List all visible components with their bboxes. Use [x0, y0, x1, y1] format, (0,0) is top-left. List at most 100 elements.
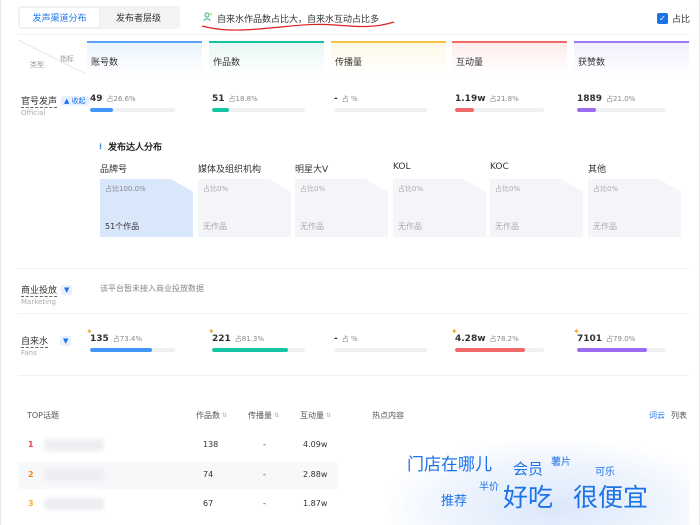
- column-header-spread: 传播量: [331, 41, 446, 74]
- cell-interaction: 1.87w: [303, 499, 328, 508]
- dist-card-other[interactable]: 占比0% 无作品: [588, 179, 681, 237]
- rank-number: 1: [28, 440, 34, 449]
- cloud-word[interactable]: 可乐: [595, 463, 615, 478]
- cell-interaction: 2.88w: [303, 470, 328, 479]
- blurred-topic: [44, 498, 104, 510]
- dist-label-koc: KOC: [490, 162, 509, 172]
- fans-metric-works: ✦ 221 占81.3%: [208, 327, 305, 352]
- cloud-word[interactable]: 很便宜: [573, 478, 648, 514]
- tab-publisher-level[interactable]: 发布者层级: [99, 8, 178, 27]
- dist-label-star: 明星大V: [295, 165, 329, 175]
- business-sublabel: Marketing: [21, 298, 56, 306]
- fans-label: 自来水: [21, 334, 49, 348]
- ratio-label: 占比: [672, 15, 691, 25]
- tab-list[interactable]: 列表: [671, 410, 687, 421]
- hot-content-title: 热点内容: [372, 411, 404, 420]
- divider: [18, 313, 689, 314]
- tab-word-cloud[interactable]: 词云: [649, 410, 665, 421]
- fans-metric-likes: ✦ 7101 占79.0%: [573, 327, 666, 352]
- sort-interaction[interactable]: 互动量 ⇅: [300, 410, 331, 421]
- dist-label-brand: 品牌号: [100, 165, 128, 175]
- vertical-dots-icon: ⁞: [99, 142, 103, 151]
- progress-fill: [212, 348, 288, 352]
- sparkle-icon: ✦: [573, 327, 580, 336]
- cloud-word[interactable]: 好吃: [503, 478, 553, 514]
- table-row[interactable]: 1 138 - 4.09w: [18, 432, 338, 459]
- dist-label-other: 其他: [588, 165, 607, 175]
- blurred-topic: [44, 439, 104, 451]
- table-row[interactable]: 3 67 - 1.87w: [18, 491, 338, 518]
- official-label: 官号发声: [21, 94, 58, 108]
- cloud-word[interactable]: 会员: [513, 458, 543, 479]
- dist-card-kol[interactable]: 占比0% 无作品: [393, 179, 486, 237]
- sort-icon: ⇅: [274, 412, 280, 419]
- dist-card-brand[interactable]: 占比100.0% 51个作品: [100, 179, 193, 237]
- view-tabs: 词云 列表: [649, 410, 687, 421]
- row-business: 商业投放 ▼ Marketing: [21, 283, 73, 306]
- divider: [18, 375, 689, 376]
- red-annotation-scribble: [201, 21, 395, 31]
- cell-interaction: 4.09w: [303, 440, 328, 449]
- progress-fill: [577, 348, 648, 352]
- table-row[interactable]: 2 74 - 2.88w: [18, 462, 338, 489]
- progress-fill: [90, 108, 113, 112]
- sort-spread[interactable]: 传播量 ⇅: [248, 410, 279, 421]
- sparkle-icon: ✦: [86, 327, 93, 336]
- progress-fill: [90, 348, 153, 352]
- cloud-word[interactable]: 门店在哪儿: [407, 450, 492, 475]
- row-official: 官号发声 ▲ 收起 Official: [21, 94, 89, 117]
- dist-label-kol: KOL: [393, 162, 411, 172]
- business-label: 商业投放: [21, 283, 58, 297]
- official-metric-works: 51 占18.8%: [212, 94, 305, 112]
- dist-card-star[interactable]: 占比0% 无作品: [295, 179, 388, 237]
- cell-works: 138: [203, 440, 219, 449]
- official-sublabel: Official: [21, 109, 46, 117]
- column-header-works: 作品数: [209, 41, 324, 74]
- cloud-word[interactable]: 半价: [479, 478, 499, 493]
- divider: [18, 34, 689, 35]
- channel-tabs: 发声渠道分布 发布者层级: [18, 6, 180, 29]
- cell-spread: -: [263, 440, 266, 449]
- business-dropdown[interactable]: ▼: [61, 285, 73, 295]
- sort-icon: ⇅: [222, 412, 228, 419]
- progress-fill: [455, 348, 525, 352]
- dist-card-media[interactable]: 占比0% 无作品: [198, 179, 291, 237]
- progress-fill: [455, 108, 475, 112]
- diag-type-label: 类型: [30, 61, 44, 69]
- fans-metric-spread: -占 %: [334, 334, 427, 352]
- column-header-interaction: 互动量: [452, 41, 567, 74]
- collapse-button[interactable]: ▲ 收起: [61, 96, 89, 106]
- cloud-word[interactable]: 薯片: [551, 453, 571, 468]
- sort-icon: ⇅: [326, 412, 332, 419]
- sparkle-icon: ✦: [208, 327, 215, 336]
- dist-card-koc[interactable]: 占比0% 无作品: [490, 179, 583, 237]
- sparkle-icon: ✦: [451, 327, 458, 336]
- ratio-checkbox[interactable]: ✓ 占比: [657, 12, 690, 25]
- progress-fill: [577, 108, 596, 112]
- diag-metric-label: 指标: [60, 55, 74, 63]
- cell-works: 67: [203, 499, 214, 508]
- dashboard-frame: 发声渠道分布 发布者层级 自来水作品数占比大，自来水互动占比多 ✓ 占比 指标 …: [0, 0, 700, 525]
- dist-label-media: 媒体及组织机构: [198, 165, 262, 175]
- official-metric-likes: 1889 占21.0%: [577, 94, 666, 112]
- cloud-word[interactable]: 推荐: [441, 490, 467, 509]
- column-header-likes: 获赞数: [574, 41, 689, 74]
- official-metric-interaction: 1.19w 占21.8%: [455, 94, 544, 112]
- official-metric-accounts: 49 占26.6%: [90, 94, 175, 112]
- divider: [18, 268, 689, 269]
- sort-works[interactable]: 作品数 ⇅: [196, 410, 227, 421]
- topics-title: TOP话题: [27, 411, 60, 420]
- check-icon: ✓: [657, 13, 668, 24]
- fans-dropdown[interactable]: ▼: [60, 336, 72, 346]
- diagonal-header: 指标 类型: [18, 40, 86, 74]
- column-header-accounts: 账号数: [87, 41, 202, 74]
- rank-number: 3: [28, 499, 34, 508]
- distribution-title: ⁞ 发布达人分布: [99, 142, 163, 153]
- tab-channel-distribution[interactable]: 发声渠道分布: [20, 8, 99, 27]
- fans-metric-interaction: ✦ 4.28w 占78.2%: [451, 327, 544, 352]
- business-note: 该平台暂未接入商业投放数据: [100, 284, 204, 293]
- cell-works: 74: [203, 470, 214, 479]
- blurred-topic: [44, 469, 104, 481]
- fans-metric-accounts: ✦ 135 占73.4%: [86, 327, 175, 352]
- rank-number: 2: [28, 470, 34, 479]
